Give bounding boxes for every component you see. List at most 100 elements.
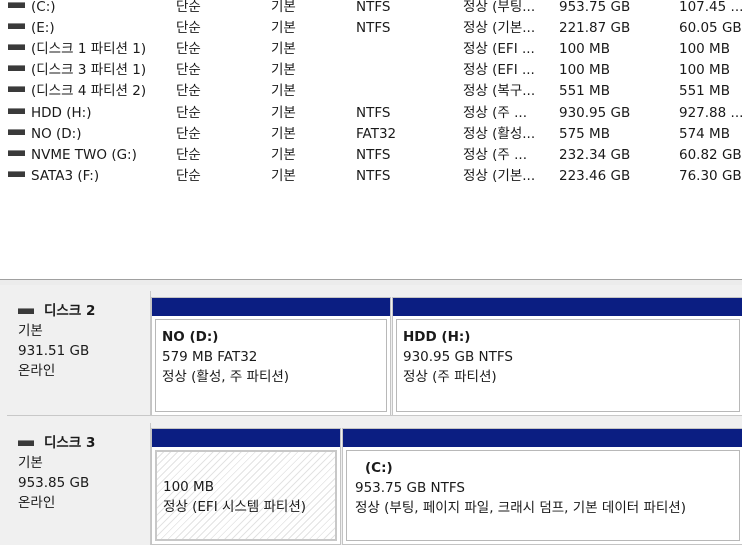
volume-status: 정상 (주 ...: [463, 105, 527, 121]
volume-name: (디스크 1 파티션 1): [31, 41, 147, 57]
volume-name-cell: (디스크 1 파티션 1): [8, 40, 168, 58]
volume-type: 기본: [271, 83, 296, 99]
partition-name: (C:): [365, 460, 393, 476]
volume-name-cell: (E:): [8, 19, 168, 37]
volume-status: 정상 (주 ...: [463, 147, 527, 163]
partition-status: 정상 (주 파티션): [403, 369, 497, 385]
partition-c[interactable]: (C:) 953.75 GB NTFS 정상 (부팅, 페이지 파일, 크래시 …: [342, 428, 742, 545]
drive-icon: [8, 65, 25, 71]
volume-layout: 단순: [176, 62, 201, 78]
volume-row[interactable]: (디스크 4 파티션 2) 단순 기본 정상 (복구... 551 MB 551…: [0, 82, 742, 103]
volume-type: 기본: [271, 147, 296, 163]
disk-type: 기본: [18, 455, 43, 471]
volume-layout: 단순: [176, 147, 201, 163]
disk-state: 온라인: [18, 495, 56, 511]
volume-free-space: 551 MB: [679, 83, 730, 99]
volume-filesystem: FAT32: [356, 126, 397, 142]
drive-icon: [8, 2, 25, 8]
volume-row[interactable]: (C:) 단순 기본 NTFS 정상 (부팅... 953.75 GB 107.…: [0, 0, 742, 19]
partition-body: 100 MB 정상 (EFI 시스템 파티션): [155, 450, 337, 541]
volume-name-cell: (디스크 4 파티션 2): [8, 82, 168, 100]
volume-status: 정상 (기본...: [463, 168, 536, 184]
volume-row[interactable]: NVME TWO (G:) 단순 기본 NTFS 정상 (주 ... 232.3…: [0, 146, 742, 167]
volume-free-space: 107.45 ...: [679, 0, 742, 15]
volume-row[interactable]: NO (D:) 단순 기본 FAT32 정상 (활성... 575 MB 574…: [0, 125, 742, 146]
volume-capacity: 100 MB: [559, 62, 610, 78]
partition-body: NO (D:) 579 MB FAT32 정상 (활성, 주 파티션): [155, 319, 387, 412]
volume-layout: 단순: [176, 41, 201, 57]
drive-icon: [8, 129, 25, 135]
partition-status: 정상 (EFI 시스템 파티션): [163, 499, 307, 515]
disk-icon: [18, 440, 34, 446]
disk-name: 디스크 2: [44, 303, 96, 319]
volume-row[interactable]: HDD (H:) 단순 기본 NTFS 정상 (주 ... 930.95 GB …: [0, 104, 742, 125]
volume-name: HDD (H:): [31, 105, 92, 121]
partition-size: 579 MB FAT32: [162, 349, 258, 365]
partition-size: 953.75 GB NTFS: [355, 480, 465, 496]
volume-capacity: 575 MB: [559, 126, 610, 142]
volume-name: (디스크 4 파티션 2): [31, 83, 147, 99]
volume-name-cell: NO (D:): [8, 125, 168, 143]
volume-row[interactable]: (디스크 1 파티션 1) 단순 기본 정상 (EFI ... 100 MB 1…: [0, 40, 742, 61]
disk-title: 디스크 3: [18, 433, 150, 453]
partition-efi[interactable]: 100 MB 정상 (EFI 시스템 파티션): [151, 428, 341, 545]
volume-status: 정상 (활성...: [463, 126, 536, 142]
volume-capacity: 232.34 GB: [559, 147, 631, 163]
volume-layout: 단순: [176, 126, 201, 142]
volume-type: 기본: [271, 62, 296, 78]
volume-type: 기본: [271, 20, 296, 36]
disk-map: 디스크 2 기본 931.51 GB 온라인 NO (D:) 579 MB FA…: [0, 285, 742, 545]
volume-row[interactable]: (E:) 단순 기본 NTFS 정상 (기본... 221.87 GB 60.0…: [0, 19, 742, 40]
volume-type: 기본: [271, 0, 296, 15]
volume-name: (C:): [31, 0, 56, 15]
partition-body: HDD (H:) 930.95 GB NTFS 정상 (주 파티션): [396, 319, 740, 412]
volume-type: 기본: [271, 41, 296, 57]
volume-free-space: 927.88 ...: [679, 105, 742, 121]
volume-name: (E:): [31, 20, 55, 36]
volume-capacity: 100 MB: [559, 41, 610, 57]
volume-layout: 단순: [176, 83, 201, 99]
volume-type: 기본: [271, 168, 296, 184]
volume-name-cell: HDD (H:): [8, 104, 168, 122]
volume-layout: 단순: [176, 168, 201, 184]
volume-filesystem: NTFS: [356, 147, 391, 163]
volume-row[interactable]: SATA3 (F:) 단순 기본 NTFS 정상 (기본... 223.46 G…: [0, 167, 742, 188]
disk-2-label[interactable]: 디스크 2 기본 931.51 GB 온라인: [7, 291, 151, 415]
drive-icon: [8, 44, 25, 50]
disk-size: 931.51 GB: [18, 343, 90, 359]
disk-state: 온라인: [18, 363, 56, 379]
volume-list[interactable]: (C:) 단순 기본 NTFS 정상 (부팅... 953.75 GB 107.…: [0, 0, 742, 279]
volume-capacity: 223.46 GB: [559, 168, 631, 184]
volume-filesystem: NTFS: [356, 0, 391, 15]
partition-header-bar: [152, 298, 390, 316]
partition-no-d[interactable]: NO (D:) 579 MB FAT32 정상 (활성, 주 파티션): [151, 297, 391, 416]
partition-body: (C:) 953.75 GB NTFS 정상 (부팅, 페이지 파일, 크래시 …: [346, 450, 740, 541]
volume-name: (디스크 3 파티션 1): [31, 62, 147, 78]
disk-name: 디스크 3: [44, 435, 96, 451]
partition-header-bar: [393, 298, 742, 316]
drive-icon: [8, 150, 25, 156]
volume-layout: 단순: [176, 105, 201, 121]
volume-status: 정상 (EFI ...: [463, 62, 535, 78]
volume-status: 정상 (EFI ...: [463, 41, 535, 57]
volume-layout: 단순: [176, 0, 201, 15]
partition-size: 100 MB: [163, 479, 214, 495]
drive-icon: [8, 171, 25, 177]
disk-size: 953.85 GB: [18, 475, 90, 491]
disk-3-label[interactable]: 디스크 3 기본 953.85 GB 온라인: [7, 423, 151, 545]
partition-header-bar: [343, 429, 742, 447]
volume-status: 정상 (기본...: [463, 20, 536, 36]
partition-name: HDD (H:): [403, 329, 471, 345]
disk-title: 디스크 2: [18, 301, 150, 321]
volume-row[interactable]: (디스크 3 파티션 1) 단순 기본 정상 (EFI ... 100 MB 1…: [0, 61, 742, 82]
disk-icon: [18, 308, 34, 314]
drive-icon: [8, 23, 25, 29]
volume-type: 기본: [271, 105, 296, 121]
volume-name-cell: SATA3 (F:): [8, 167, 168, 185]
volume-capacity: 221.87 GB: [559, 20, 631, 36]
drive-icon: [8, 86, 25, 92]
partition-hdd-h[interactable]: HDD (H:) 930.95 GB NTFS 정상 (주 파티션): [392, 297, 742, 416]
volume-filesystem: NTFS: [356, 20, 391, 36]
partition-size: 930.95 GB NTFS: [403, 349, 513, 365]
volume-name: NVME TWO (G:): [31, 147, 137, 163]
